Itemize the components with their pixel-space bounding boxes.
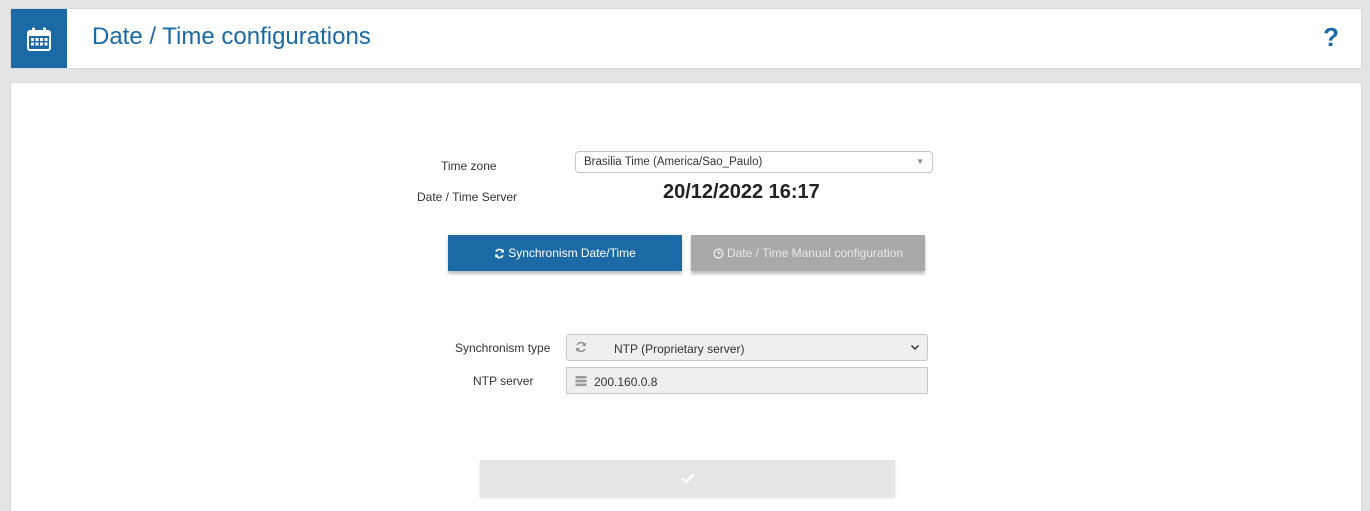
- calendar-icon: [27, 27, 51, 51]
- checkmark-icon: [681, 473, 694, 484]
- timezone-label: Time zone: [441, 159, 497, 173]
- refresh-icon: [576, 341, 586, 353]
- ntp-server-field[interactable]: 200.160.0.8: [566, 367, 928, 394]
- sync-button-label: Synchronism Date/Time: [508, 246, 636, 260]
- config-panel: Time zone Brasilia Time (America/Sao_Pau…: [10, 82, 1362, 511]
- chevron-down-icon: [910, 344, 920, 351]
- ntp-server-label: NTP server: [473, 374, 534, 388]
- server-datetime: 20/12/2022 16:17: [663, 181, 820, 203]
- page-title: Date / Time configurations: [92, 23, 371, 50]
- header-icon-box: [11, 9, 67, 68]
- manual-config-button[interactable]: Date / Time Manual configuration: [691, 235, 925, 271]
- timezone-select[interactable]: Brasilia Time (America/Sao_Paulo) ▼: [575, 151, 933, 173]
- clock-icon: [713, 247, 724, 259]
- server-label: Date / Time Server: [417, 190, 518, 204]
- sync-type-label: Synchronism type: [455, 341, 551, 355]
- dropdown-arrow-icon: ▼: [916, 157, 924, 166]
- ntp-server-value: 200.160.0.8: [594, 375, 658, 389]
- manual-button-label: Date / Time Manual configuration: [726, 246, 904, 260]
- confirm-button[interactable]: [480, 460, 895, 496]
- sync-datetime-button[interactable]: Synchronism Date/Time: [448, 235, 682, 271]
- refresh-icon: [495, 248, 505, 258]
- page-header: Date / Time configurations ?: [10, 8, 1362, 69]
- help-button[interactable]: ?: [1323, 22, 1339, 53]
- sync-type-value: NTP (Proprietary server): [614, 342, 745, 356]
- timezone-value: Brasilia Time (America/Sao_Paulo): [584, 156, 763, 168]
- server-icon: [575, 376, 587, 387]
- question-icon[interactable]: ?: [1323, 22, 1339, 52]
- sync-type-select[interactable]: NTP (Proprietary server): [566, 334, 928, 361]
